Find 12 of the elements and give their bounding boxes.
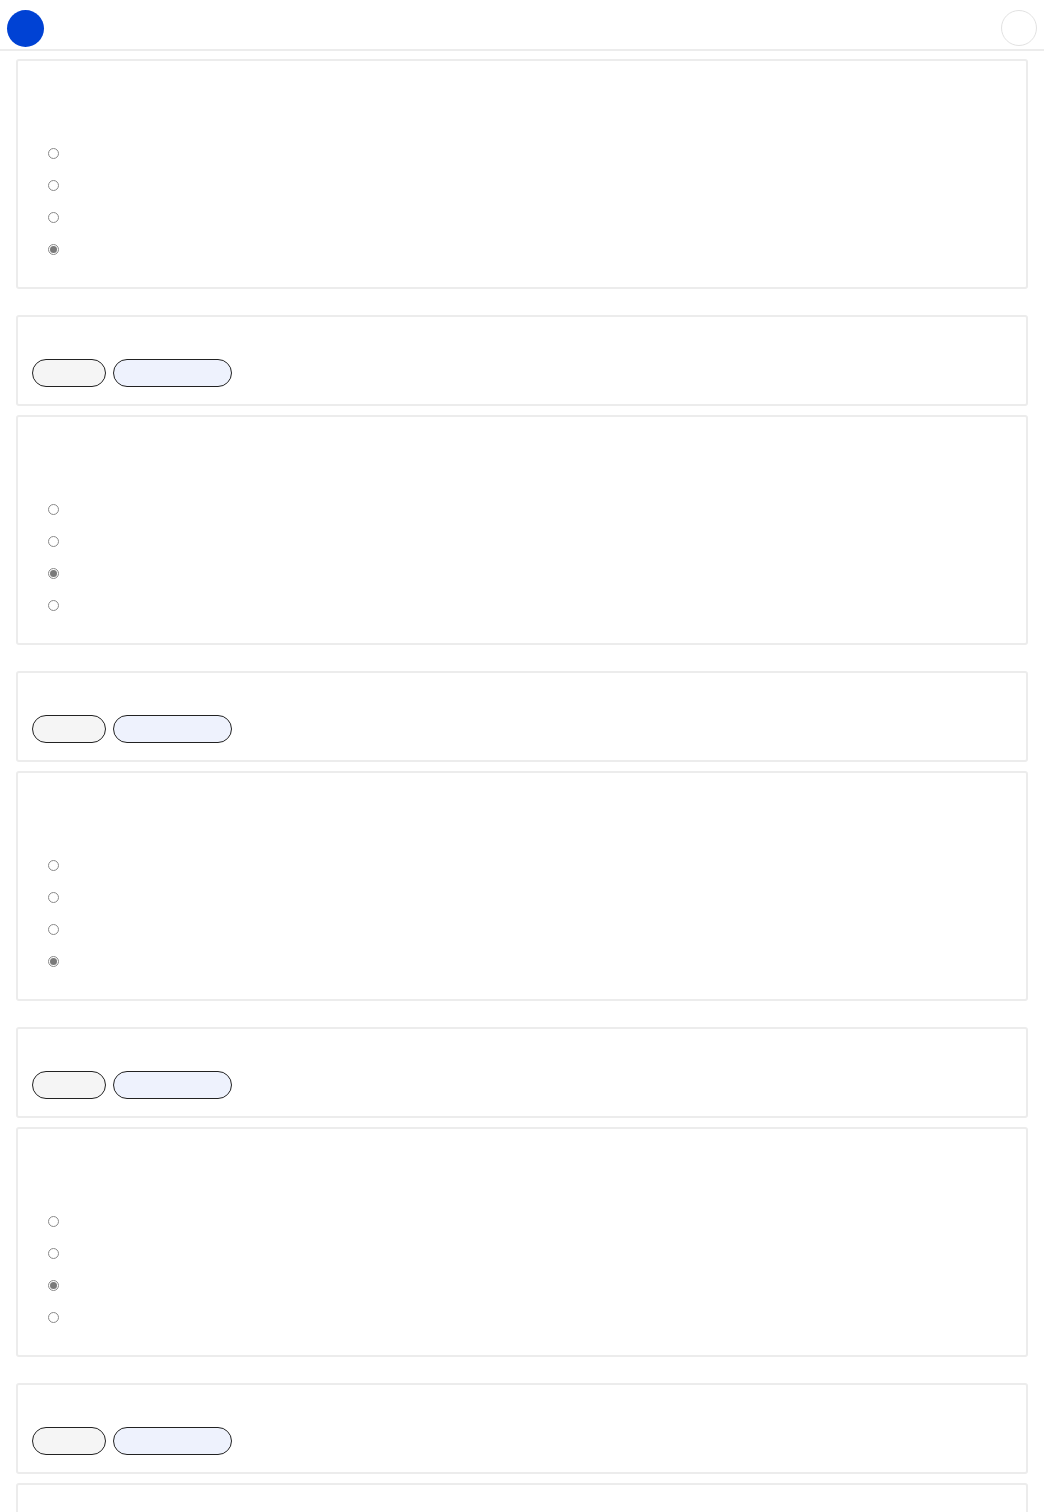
radio-button[interactable]: [48, 568, 59, 579]
radio-button[interactable]: [48, 244, 59, 255]
radio-button[interactable]: [48, 1280, 59, 1291]
pill-button[interactable]: [113, 715, 232, 743]
pill-button[interactable]: [32, 359, 106, 387]
pill-button[interactable]: [32, 1071, 106, 1099]
radio-button[interactable]: [48, 956, 59, 967]
pill-button[interactable]: [113, 359, 232, 387]
pill-button[interactable]: [32, 1427, 106, 1455]
pill-button[interactable]: [113, 1071, 232, 1099]
pill-button[interactable]: [32, 715, 106, 743]
pill-button[interactable]: [113, 1427, 232, 1455]
